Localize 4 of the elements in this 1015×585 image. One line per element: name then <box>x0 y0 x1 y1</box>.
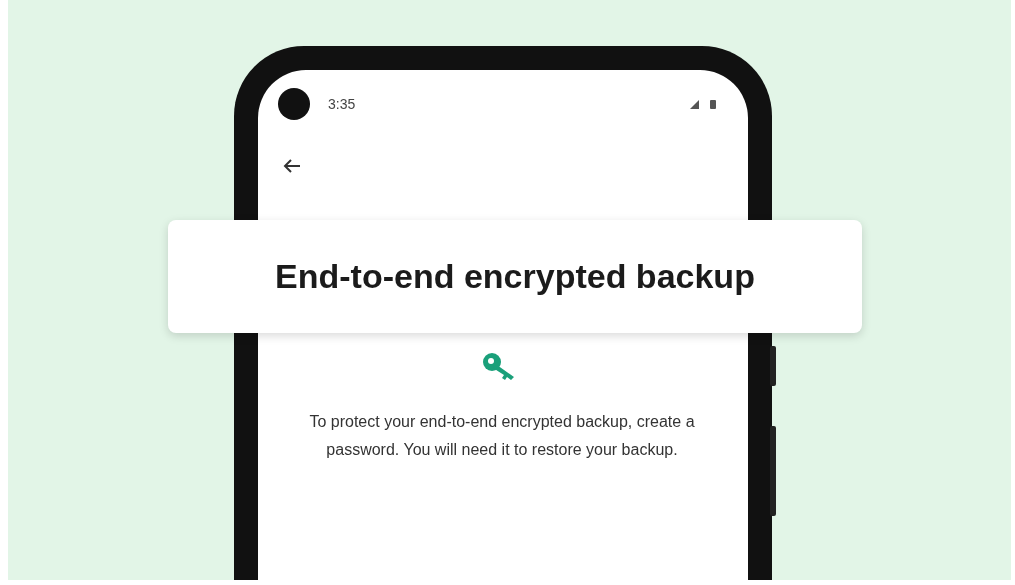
backup-description: To protect your end-to-end encrypted backup, create a password. You will need it to restore your backup. <box>308 412 696 460</box>
banner-title: End-to-end encrypted backup <box>275 257 755 296</box>
status-time: 3:35 <box>328 96 357 112</box>
camera-hole-icon <box>278 88 310 120</box>
